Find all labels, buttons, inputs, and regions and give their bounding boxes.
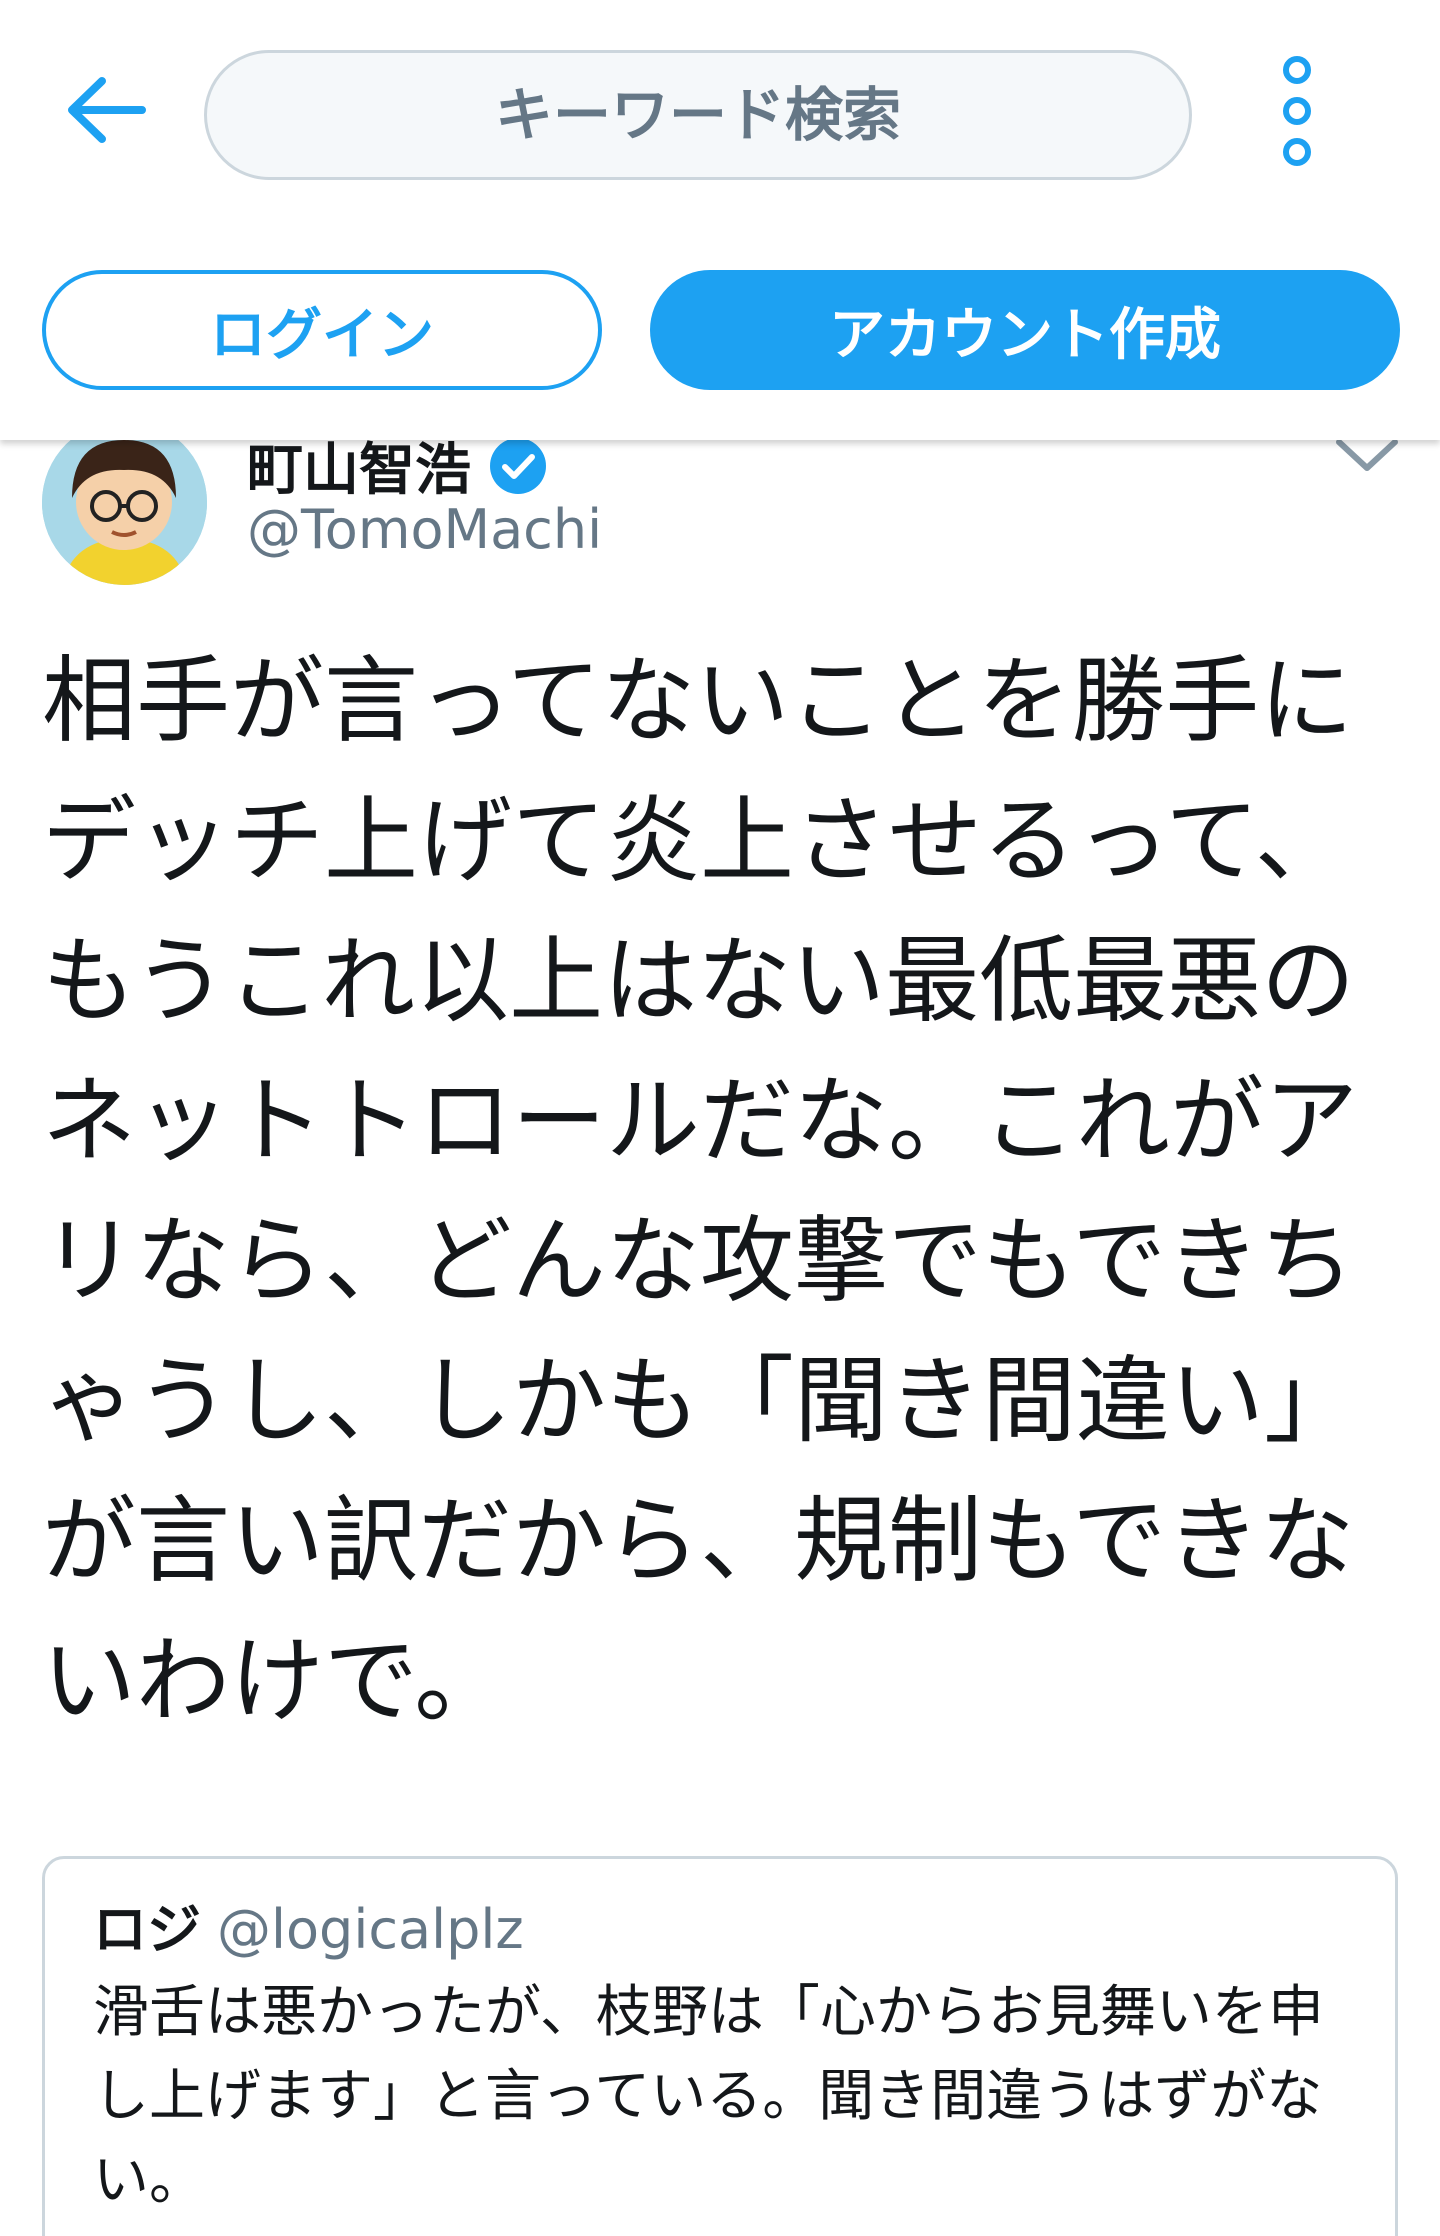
more-options-button[interactable] [1262, 56, 1332, 166]
avatar[interactable] [42, 420, 207, 585]
back-button[interactable] [58, 70, 154, 150]
back-arrow-icon [68, 77, 146, 143]
verified-badge-icon [490, 437, 546, 494]
more-options-icon-dot [1283, 97, 1311, 125]
tweet-page: 町山智浩 @TomoMachi 相手が言ってないことを勝手にデッチ上げて炎上させ… [0, 0, 1440, 2236]
author-handle[interactable]: @TomoMachi [247, 498, 602, 561]
search-input[interactable] [207, 53, 1189, 177]
create-account-button[interactable]: アカウント作成 [650, 270, 1400, 390]
more-options-icon-dot [1283, 138, 1311, 166]
tweet-text: 相手が言ってないことを勝手にデッチ上げて炎上させるって、もうこれ以上はない最低最… [42, 647, 1359, 1736]
more-options-icon [1283, 56, 1311, 84]
quoted-tweet-text: 滑舌は悪かったが、枝野は「心からお見舞いを申し上げます」と言っている。聞き間違う… [93, 1980, 1324, 2213]
quoted-author-handle: @logicalplz [217, 1898, 524, 1961]
top-header: ログイン アカウント作成 [0, 0, 1440, 440]
quoted-tweet-header: ロジ @logicalplz [93, 1895, 1347, 1965]
quoted-tweet[interactable]: ロジ @logicalplz 滑舌は悪かったが、枝野は「心からお見舞いを申し上げま… [42, 1856, 1398, 2236]
tweet-author: 町山智浩 @TomoMachi [42, 420, 1402, 590]
search-bar[interactable] [204, 50, 1192, 180]
quoted-author-name: ロジ [93, 1898, 201, 1961]
login-button[interactable]: ログイン [42, 270, 602, 390]
